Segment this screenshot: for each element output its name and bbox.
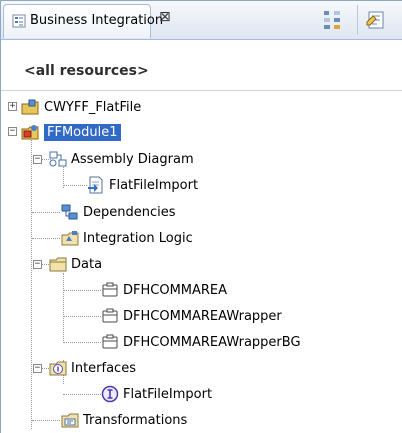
tree-connector (31, 129, 32, 429)
tree-item-integration-logic[interactable]: Integration Logic (61, 227, 193, 249)
tree-connector (63, 273, 64, 343)
tree-item-import-component[interactable]: FlatFileImport (87, 174, 198, 196)
transformations-label: Transformations (83, 412, 188, 428)
dependencies-label: Dependencies (83, 204, 176, 220)
import-component-label: FlatFileImport (109, 177, 199, 193)
tree-connector (63, 316, 101, 317)
sort-icon (324, 11, 340, 29)
interface-icon (101, 385, 119, 403)
business-object-icon (101, 333, 119, 351)
tree-connector (63, 290, 101, 291)
integration-logic-icon (61, 229, 79, 247)
tree-item-business-object[interactable]: DFHCOMMAREAWrapper (101, 305, 282, 327)
tree-connector (32, 420, 60, 421)
module-icon (20, 122, 40, 142)
business-integration-view: Business Integration ⊠ <all resources> +… (0, 0, 402, 433)
close-icon[interactable]: ⊠ (159, 9, 171, 25)
expand-toggle[interactable]: + (8, 102, 17, 111)
collapse-toggle[interactable]: − (8, 127, 17, 136)
new-artifact-button[interactable] (363, 7, 391, 35)
dependencies-icon (61, 203, 79, 221)
business-object-label: DFHCOMMAREAWrapper (123, 308, 282, 324)
business-object-label: DFHCOMMAREA (123, 282, 228, 298)
tree-connector (32, 212, 60, 213)
view-tab[interactable]: Business Integration (3, 4, 163, 38)
tree-item-dependencies[interactable]: Dependencies (61, 201, 176, 223)
interface-label: FlatFileImport (123, 386, 213, 402)
tree-connector (63, 185, 87, 186)
interfaces-folder-icon (49, 359, 67, 377)
view-icon (12, 14, 26, 28)
filter-toolbar-button[interactable] (319, 7, 347, 35)
new-artifact-icon (366, 11, 384, 29)
transformations-icon (61, 411, 79, 429)
tree-item-assembly-diagram[interactable]: Assembly Diagram (49, 148, 194, 170)
integration-logic-label: Integration Logic (83, 230, 193, 246)
business-object-icon (101, 307, 119, 325)
tree-connector (63, 394, 101, 395)
tree-item-transformations[interactable]: Transformations (61, 409, 187, 431)
tree-item-business-object[interactable]: DFHCOMMAREA (101, 279, 227, 301)
view-title: Business Integration (30, 13, 164, 28)
module-label: FFModule1 (44, 123, 121, 141)
business-object-icon (101, 281, 119, 299)
data-label: Data (71, 256, 103, 272)
tree-connector (32, 238, 60, 239)
tree-item-module[interactable]: FFModule1 (20, 121, 121, 143)
project-icon (20, 98, 40, 116)
project-label: CWYFF_FlatFile (44, 99, 142, 115)
import-component-icon (87, 176, 105, 194)
tree-item-business-object[interactable]: DFHCOMMAREAWrapperBG (101, 331, 301, 353)
tree-item-data[interactable]: Data (49, 253, 102, 275)
business-object-label: DFHCOMMAREAWrapperBG (123, 334, 301, 350)
tree-item-interfaces[interactable]: Interfaces (49, 357, 136, 379)
interfaces-label: Interfaces (71, 360, 136, 376)
toolbar-separator (357, 5, 358, 35)
view-header: Business Integration ⊠ (1, 1, 402, 40)
resource-filter-label[interactable]: <all resources> (24, 63, 149, 79)
tree-connector (63, 342, 101, 343)
tree-item-project[interactable]: CWYFF_FlatFile (20, 96, 141, 118)
tree-item-interface[interactable]: FlatFileImport (101, 383, 212, 405)
collapse-toggle[interactable]: − (33, 364, 42, 373)
divider (1, 90, 402, 91)
assembly-diagram-icon (49, 150, 67, 168)
assembly-diagram-label: Assembly Diagram (71, 151, 194, 167)
collapse-toggle[interactable]: − (33, 260, 42, 269)
data-folder-icon (49, 255, 67, 273)
collapse-toggle[interactable]: − (33, 155, 42, 164)
